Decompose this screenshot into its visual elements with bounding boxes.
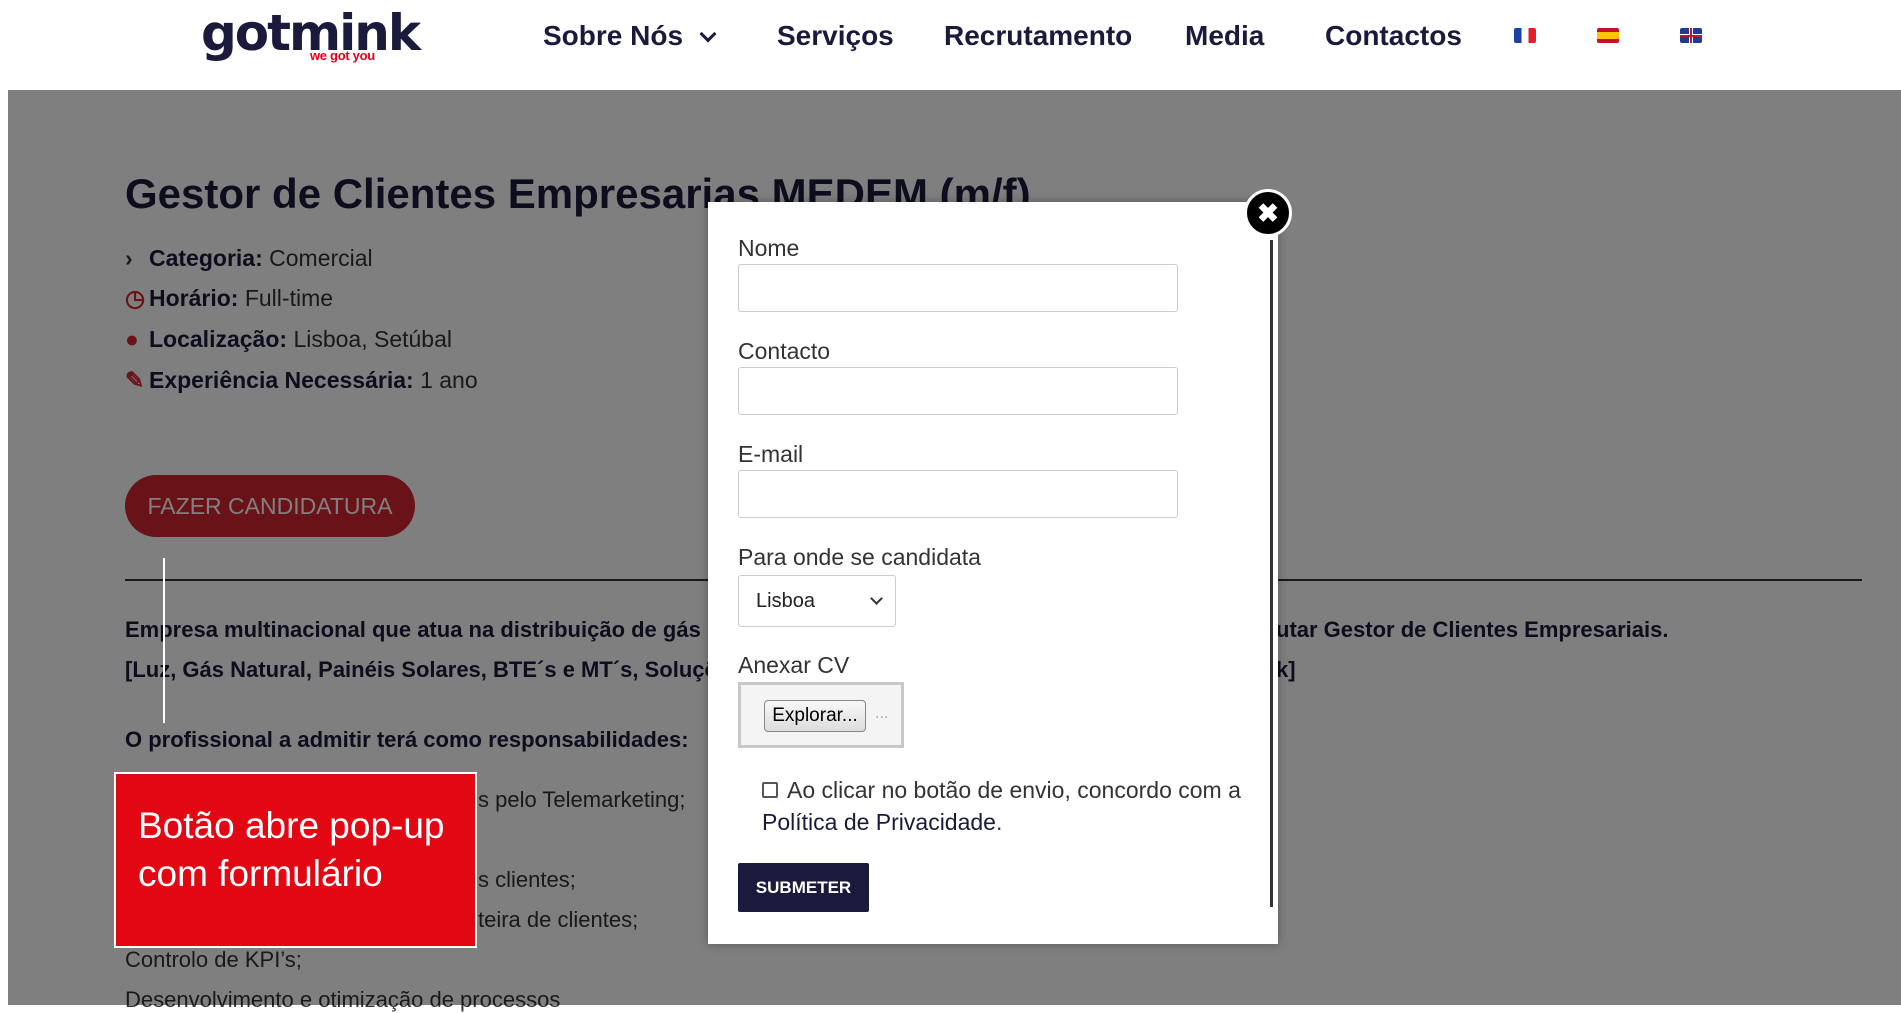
application-modal: Nome Contacto E-mail Para onde se candid… [708, 202, 1278, 944]
browse-button[interactable]: Explorar... [764, 700, 866, 732]
spanish-flag-icon[interactable] [1597, 28, 1619, 43]
annotation-line-2: com formulário [138, 853, 383, 894]
nav-recrutamento[interactable]: Recrutamento [944, 20, 1132, 52]
submit-button[interactable]: SUBMETER [738, 863, 869, 912]
nav-servicos[interactable]: Serviços [777, 20, 894, 52]
chevron-down-icon[interactable] [699, 25, 717, 43]
french-flag-icon[interactable] [1514, 28, 1536, 43]
file-placeholder: ... [875, 705, 889, 722]
cv-file-input[interactable]: Explorar... ... [738, 682, 904, 748]
location-select[interactable]: Lisboa [738, 575, 896, 627]
close-icon[interactable]: ✖ [1244, 189, 1292, 237]
uk-flag-icon[interactable] [1680, 28, 1702, 43]
left-edge [0, 90, 8, 1005]
contact-field[interactable] [738, 367, 1178, 415]
consent-checkbox[interactable] [762, 782, 778, 798]
logo[interactable]: gotmink we got you [201, 8, 421, 64]
consent-end: . [995, 809, 1003, 835]
nav-media[interactable]: Media [1185, 20, 1264, 52]
privacy-policy-link[interactable]: Política de Privacidade [762, 809, 996, 835]
email-field[interactable] [738, 470, 1178, 518]
name-field[interactable] [738, 264, 1178, 312]
annotation-line-1: Botão abre pop-up [138, 805, 445, 846]
name-label: Nome [738, 235, 800, 261]
location-selected-value: Lisboa [756, 590, 815, 612]
email-label: E-mail [738, 441, 804, 467]
annotation-callout: Botão abre pop-up com formulário [114, 772, 477, 948]
consent-copy: Ao clicar no botão de envio, concordo co… [787, 777, 1241, 803]
location-label: Para onde se candidata [738, 544, 981, 570]
chevron-down-icon [870, 592, 883, 605]
nav-contactos[interactable]: Contactos [1325, 20, 1462, 52]
cv-label: Anexar CV [738, 652, 850, 678]
consent-text: Ao clicar no botão de envio, concordo co… [762, 774, 1252, 838]
annotation-pointer-line [163, 558, 165, 723]
logo-tagline: we got you [310, 48, 375, 63]
nav-sobre-nos[interactable]: Sobre Nós [543, 20, 683, 52]
modal-scrollbar[interactable] [1270, 240, 1273, 907]
site-header: gotmink we got you Sobre Nós Serviços Re… [0, 0, 1901, 90]
contact-label: Contacto [738, 338, 831, 364]
